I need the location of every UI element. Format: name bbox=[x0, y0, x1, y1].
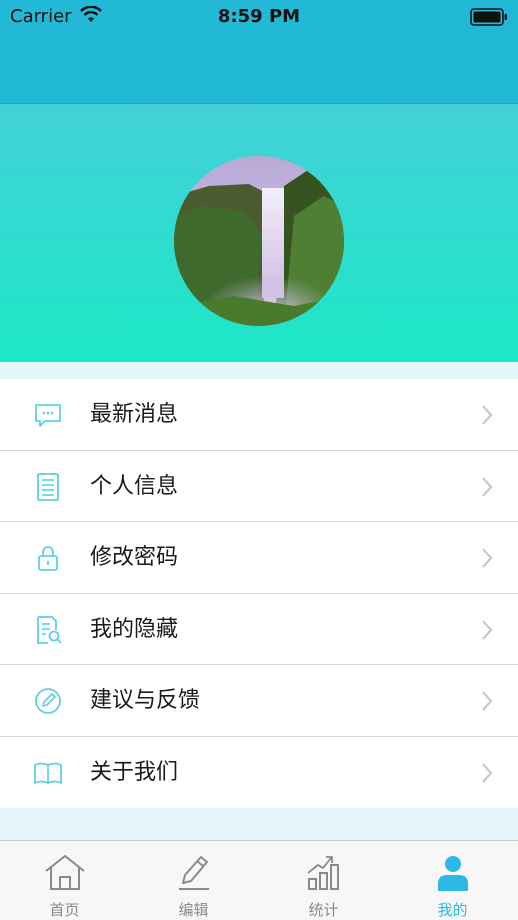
chevron-right-icon bbox=[480, 762, 494, 784]
tab-label: 首页 bbox=[49, 901, 80, 919]
chevron-right-icon bbox=[480, 547, 494, 569]
menu-item-label: 最新消息 bbox=[90, 402, 179, 427]
battery-icon bbox=[470, 8, 508, 26]
navigation-bar bbox=[0, 34, 518, 104]
message-icon bbox=[33, 401, 63, 429]
book-icon bbox=[33, 759, 63, 787]
tab-bar: 首页 编辑 统计 我的 bbox=[0, 840, 518, 920]
tab-edit[interactable]: 编辑 bbox=[129, 841, 258, 920]
pencil-icon bbox=[173, 853, 215, 893]
menu-item-change-password[interactable]: 修改密码 bbox=[0, 522, 518, 594]
document-icon bbox=[33, 472, 63, 501]
menu-item-label: 我的隐藏 bbox=[90, 616, 179, 642]
chevron-right-icon bbox=[480, 619, 494, 641]
chevron-right-icon bbox=[480, 404, 494, 426]
tab-label: 编辑 bbox=[178, 901, 209, 919]
chevron-right-icon bbox=[480, 690, 494, 712]
menu-item-messages[interactable]: 最新消息 bbox=[0, 379, 518, 451]
menu-item-feedback[interactable]: 建议与反馈 bbox=[0, 665, 518, 737]
menu-item-label: 建议与反馈 bbox=[90, 688, 201, 713]
tab-home[interactable]: 首页 bbox=[0, 841, 129, 920]
menu-item-hidden[interactable]: 我的隐藏 bbox=[0, 594, 518, 665]
status-bar: Carrier 8:59 PM bbox=[0, 0, 518, 34]
menu-item-personal-info[interactable]: 个人信息 bbox=[0, 451, 518, 522]
settings-menu: 最新消息 个人信息 修改密码 我的隐藏 建议与反馈 关于我们 bbox=[0, 379, 518, 808]
clock: 8:59 PM bbox=[217, 6, 301, 27]
chevron-right-icon bbox=[480, 476, 494, 498]
hidden-file-icon bbox=[33, 615, 63, 644]
avatar[interactable] bbox=[174, 156, 344, 326]
lock-icon bbox=[33, 544, 63, 572]
chart-icon bbox=[303, 853, 345, 893]
person-icon bbox=[432, 853, 474, 893]
tab-mine[interactable]: 我的 bbox=[388, 841, 517, 920]
edit-feedback-icon bbox=[33, 687, 63, 715]
profile-header bbox=[0, 104, 518, 362]
menu-item-label: 个人信息 bbox=[90, 473, 179, 499]
home-icon bbox=[44, 853, 86, 893]
menu-item-label: 关于我们 bbox=[90, 759, 179, 785]
tab-label: 统计 bbox=[308, 901, 339, 919]
waterfall-avatar-image bbox=[174, 156, 344, 326]
menu-item-about-us[interactable]: 关于我们 bbox=[0, 737, 518, 809]
menu-item-label: 修改密码 bbox=[90, 545, 179, 570]
tab-statistics[interactable]: 统计 bbox=[259, 841, 388, 920]
tab-label: 我的 bbox=[437, 901, 468, 919]
